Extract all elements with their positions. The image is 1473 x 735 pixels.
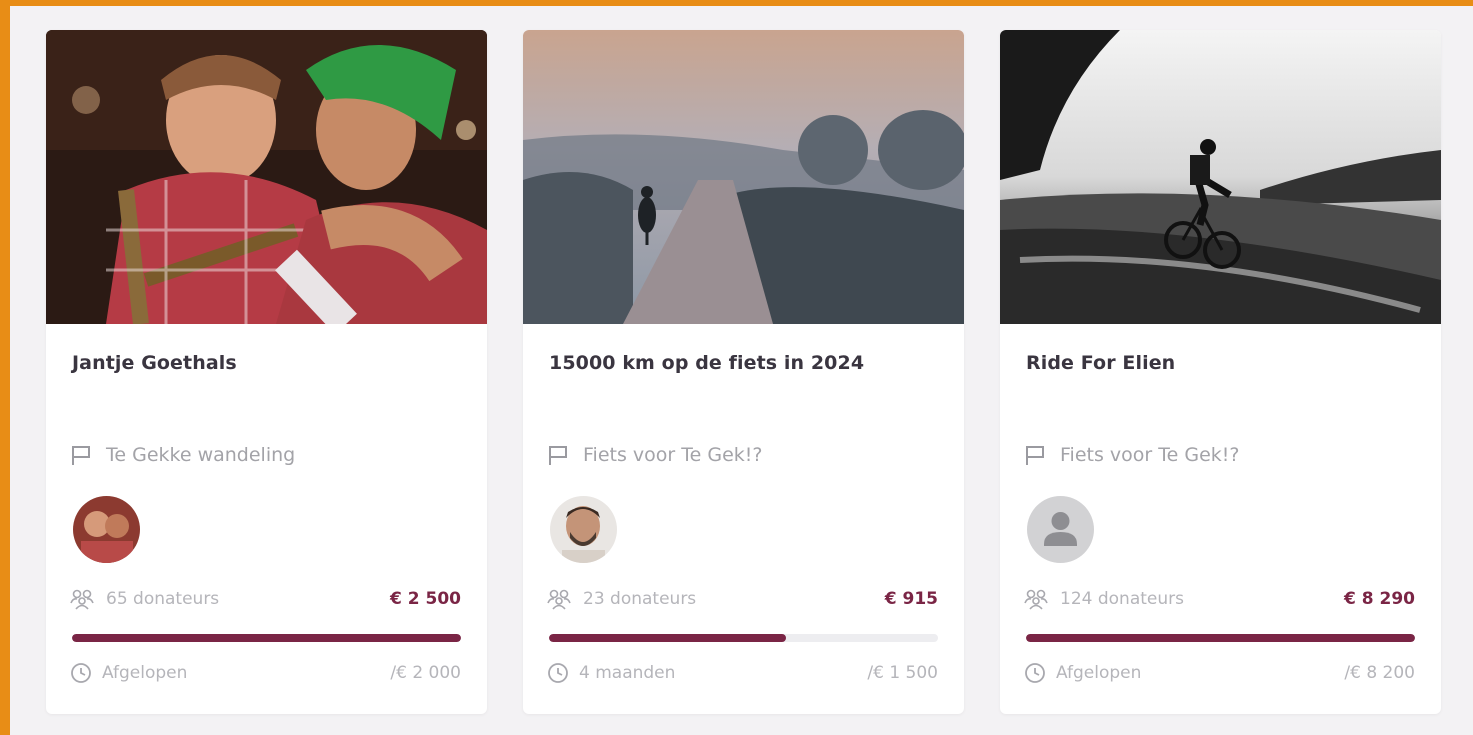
flag-icon [549, 446, 567, 465]
donor-count: 23 donateurs [583, 589, 697, 609]
card-photo-foggy-road-cyclist [523, 30, 964, 324]
progress-bar [549, 634, 938, 642]
progress-bar-fill [549, 634, 787, 642]
people-icon [70, 589, 94, 610]
page-background: Jantje Goethals Te Gekke wandeling 65 do… [10, 6, 1473, 735]
card-footer: 4 maanden /€ 1 500 [547, 662, 938, 684]
amount-raised: € 2 500 [390, 589, 461, 609]
time-remaining-group: 4 maanden [547, 662, 675, 684]
flag-icon [72, 446, 90, 465]
campaign-link[interactable]: Fiets voor Te Gek!? [547, 444, 762, 466]
flag-icon [1026, 446, 1044, 465]
clock-icon [1025, 663, 1045, 683]
campaign-name: Fiets voor Te Gek!? [1060, 444, 1240, 466]
card-footer: Afgelopen /€ 2 000 [70, 662, 461, 684]
fundraiser-name[interactable]: Jantje Goethals [72, 352, 237, 374]
campaign-link[interactable]: Fiets voor Te Gek!? [1024, 444, 1239, 466]
fundraiser-name[interactable]: Ride For Elien [1026, 352, 1175, 374]
amount-raised: € 8 290 [1344, 589, 1415, 609]
people-icon [547, 589, 571, 610]
fundraiser-card-grid: Jantje Goethals Te Gekke wandeling 65 do… [46, 30, 1441, 714]
campaign-name: Fiets voor Te Gek!? [583, 444, 763, 466]
time-remaining-group: Afgelopen [1024, 662, 1141, 684]
progress-bar [72, 634, 461, 642]
time-remaining-group: Afgelopen [70, 662, 187, 684]
progress-bar [1026, 634, 1415, 642]
time-remaining: Afgelopen [1056, 663, 1142, 683]
clock-icon [548, 663, 568, 683]
goal-amount: /€ 8 200 [1344, 663, 1415, 683]
progress-bar-fill [72, 634, 461, 642]
amount-raised: € 915 [884, 589, 938, 609]
fundraiser-card[interactable]: Jantje Goethals Te Gekke wandeling 65 do… [46, 30, 487, 714]
avatar-placeholder[interactable] [1027, 496, 1094, 563]
card-photo-cyclist-bw [1000, 30, 1441, 324]
campaign-link[interactable]: Te Gekke wandeling [70, 444, 295, 466]
time-remaining: 4 maanden [579, 663, 676, 683]
fundraiser-card[interactable]: 15000 km op de fiets in 2024 Fiets voor … [523, 30, 964, 714]
time-remaining: Afgelopen [102, 663, 188, 683]
campaign-name: Te Gekke wandeling [106, 444, 296, 466]
clock-icon [71, 663, 91, 683]
donation-stats: 124 donateurs € 8 290 [1024, 588, 1415, 610]
goal-amount: /€ 2 000 [390, 663, 461, 683]
card-footer: Afgelopen /€ 8 200 [1024, 662, 1415, 684]
fundraiser-card[interactable]: Ride For Elien Fiets voor Te Gek!? 124 d… [1000, 30, 1441, 714]
donor-count-group: 65 donateurs [70, 588, 219, 610]
donor-count-group: 23 donateurs [547, 588, 696, 610]
avatar[interactable] [73, 496, 140, 563]
goal-amount: /€ 1 500 [867, 663, 938, 683]
donor-count: 65 donateurs [106, 589, 220, 609]
card-photo-two-men [46, 30, 487, 324]
fundraiser-name[interactable]: 15000 km op de fiets in 2024 [549, 352, 864, 374]
donor-count: 124 donateurs [1060, 589, 1184, 609]
donation-stats: 65 donateurs € 2 500 [70, 588, 461, 610]
avatar[interactable] [550, 496, 617, 563]
donor-count-group: 124 donateurs [1024, 588, 1184, 610]
progress-bar-fill [1026, 634, 1415, 642]
donation-stats: 23 donateurs € 915 [547, 588, 938, 610]
people-icon [1024, 589, 1048, 610]
